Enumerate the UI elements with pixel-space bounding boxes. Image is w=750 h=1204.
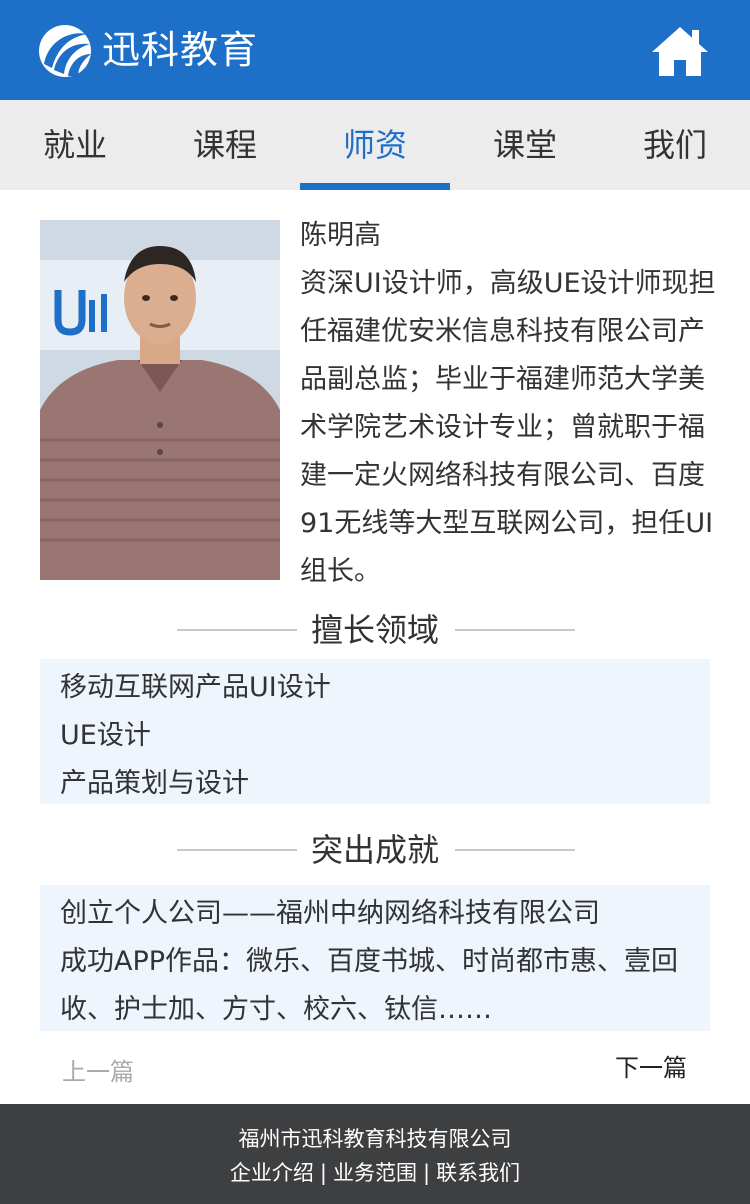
brand-name: 迅科教育	[102, 28, 259, 72]
list-item: UE设计	[60, 720, 151, 751]
app-header: 迅科教育	[0, 0, 750, 100]
achievements-heading: 突出成就	[0, 825, 750, 875]
expertise-heading: 擅长领域	[0, 605, 750, 655]
teacher-bio: 陈明高 资深UI设计师，高级UE设计师现担任福建优安米信息科技有限公司产品副总监…	[300, 212, 720, 596]
teacher-photo	[40, 220, 280, 580]
divider-line	[455, 849, 575, 851]
tab-women[interactable]: 我们	[600, 100, 750, 190]
teacher-name: 陈明高	[300, 220, 381, 251]
list-item: 成功APP作品：微乐、百度书城、时尚都市惠、壹回收、护士加、方寸、校六、钛信……	[60, 946, 679, 1025]
footer: 福州市迅科教育科技有限公司 企业介绍 | 业务范围 | 联系我们	[0, 1104, 750, 1204]
divider-line	[455, 629, 575, 631]
expertise-box: 移动互联网产品UI设计 UE设计 产品策划与设计	[40, 659, 710, 804]
tab-bar: 就业 课程 师资 课堂 我们	[0, 100, 750, 190]
footer-link-services[interactable]: 业务范围	[333, 1161, 417, 1185]
list-item: 产品策划与设计	[60, 768, 249, 799]
teacher-description: 资深UI设计师，高级UE设计师现担任福建优安米信息科技有限公司产品副总监；毕业于…	[300, 268, 716, 587]
home-icon[interactable]	[650, 24, 710, 78]
footer-separator: |	[423, 1161, 431, 1185]
footer-link-about[interactable]: 企业介绍	[230, 1161, 314, 1185]
tab-ketang[interactable]: 课堂	[450, 100, 600, 190]
tab-jiuye[interactable]: 就业	[0, 100, 150, 190]
footer-link-contact[interactable]: 联系我们	[436, 1161, 520, 1185]
list-item: 移动互联网产品UI设计	[60, 672, 331, 703]
achievements-title: 突出成就	[310, 831, 439, 869]
pager: 上一篇 下一篇	[0, 1050, 750, 1094]
next-article-link[interactable]: 下一篇	[615, 1050, 687, 1086]
footer-links: 企业介绍 | 业务范围 | 联系我们	[0, 1156, 750, 1190]
list-item: 创立个人公司——福州中纳网络科技有限公司	[60, 898, 600, 929]
expertise-title: 擅长领域	[310, 611, 439, 649]
prev-article-link[interactable]: 上一篇	[62, 1054, 134, 1090]
footer-separator: |	[319, 1161, 327, 1185]
tab-kecheng[interactable]: 课程	[150, 100, 300, 190]
footer-company: 福州市迅科教育科技有限公司	[238, 1127, 512, 1151]
tab-shizi[interactable]: 师资	[300, 100, 450, 190]
swoosh-logo-icon	[39, 25, 91, 77]
achievements-box: 创立个人公司——福州中纳网络科技有限公司 成功APP作品：微乐、百度书城、时尚都…	[40, 885, 710, 1031]
